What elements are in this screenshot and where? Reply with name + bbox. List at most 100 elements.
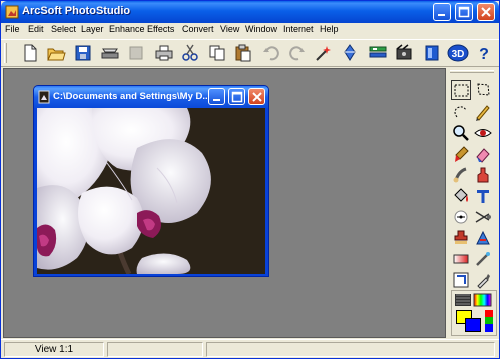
menu-select[interactable]: Select — [51, 24, 76, 34]
open-button[interactable] — [45, 43, 67, 63]
palette-grip[interactable] — [450, 70, 494, 73]
tool-red-eye[interactable] — [473, 123, 493, 143]
3d-icon: 3D — [447, 44, 469, 62]
minimize-button[interactable] — [433, 3, 451, 21]
tool-brush[interactable] — [451, 144, 471, 164]
tool-crop[interactable] — [451, 270, 471, 290]
close-button[interactable] — [477, 3, 495, 21]
slideshow-icon — [396, 44, 412, 60]
blur-icon — [476, 252, 490, 266]
tool-eyedropper[interactable] — [473, 270, 493, 290]
tool-magic-wand-select[interactable] — [451, 102, 471, 122]
album-icon — [425, 45, 439, 61]
document-title-bar[interactable]: C:\Documents and Settings\My D... — [34, 86, 268, 108]
help-button[interactable]: ? — [473, 43, 495, 63]
close-icon — [252, 92, 262, 102]
tool-clone[interactable] — [473, 165, 493, 185]
pencil-icon — [476, 105, 490, 121]
tool-scissors[interactable] — [473, 207, 493, 227]
document-close-button[interactable] — [248, 88, 265, 105]
app-icon — [5, 5, 19, 19]
text-icon — [477, 190, 489, 203]
status-zoom-cell: View 1:1 — [4, 342, 104, 357]
menu-effects[interactable]: Effects — [147, 24, 174, 34]
tool-marquee[interactable] — [451, 80, 471, 100]
save-button[interactable] — [72, 43, 94, 63]
maximize-button[interactable] — [455, 3, 473, 21]
gradient-icon — [453, 254, 469, 264]
menu-edit[interactable]: Edit — [28, 24, 44, 34]
status-bar: View 1:1 — [1, 339, 499, 358]
cut-button[interactable] — [179, 43, 201, 63]
document-minimize-button[interactable] — [208, 88, 225, 105]
tool-text[interactable] — [473, 186, 493, 206]
effects-icon — [344, 44, 356, 61]
document-icon — [38, 90, 50, 104]
redo-button[interactable] — [286, 43, 308, 63]
magic-wand-button[interactable] — [312, 43, 334, 63]
menu-convert[interactable]: Convert — [182, 24, 214, 34]
menu-view[interactable]: View — [220, 24, 239, 34]
copy-icon — [209, 45, 225, 61]
color-selector[interactable] — [451, 290, 497, 336]
paste-button[interactable] — [232, 43, 254, 63]
tool-zoom[interactable] — [451, 123, 471, 143]
close-icon — [481, 7, 491, 17]
menu-help[interactable]: Help — [320, 24, 339, 34]
document-window[interactable]: C:\Documents and Settings\My D... — [33, 85, 269, 277]
lasso-select-icon — [477, 83, 490, 96]
tool-pencil[interactable] — [473, 102, 493, 122]
menu-enhance[interactable]: Enhance — [109, 24, 145, 34]
tool-lasso[interactable] — [473, 80, 493, 100]
open-icon — [47, 48, 66, 61]
red-eye-icon — [474, 129, 492, 137]
help-icon: ? — [479, 46, 489, 63]
paste-icon — [235, 44, 251, 62]
tool-stamp[interactable] — [451, 228, 471, 248]
menu-internet[interactable]: Internet — [283, 24, 314, 34]
3d-button[interactable]: 3D — [447, 43, 469, 63]
tool-line[interactable] — [451, 207, 471, 227]
image-canvas[interactable] — [37, 108, 265, 274]
tool-gradient[interactable] — [451, 249, 471, 269]
toolbar-grip[interactable] — [4, 43, 7, 63]
clone-icon — [477, 167, 489, 183]
print-button[interactable] — [153, 43, 175, 63]
album-button[interactable] — [421, 43, 443, 63]
effects-button[interactable] — [339, 43, 361, 63]
tool-eraser[interactable] — [473, 144, 493, 164]
window-title: ArcSoft PhotoStudio — [22, 5, 131, 17]
tool-paint-bucket[interactable] — [451, 186, 471, 206]
scanner-icon — [101, 48, 119, 59]
paint-bucket-icon — [454, 188, 468, 202]
redo-icon — [289, 46, 305, 61]
photostudio-window: ArcSoft PhotoStudio File Edit Select Lay… — [0, 0, 500, 359]
tool-smudge[interactable] — [451, 165, 471, 185]
help-label: ? — [479, 46, 489, 63]
menu-layer[interactable]: Layer — [81, 24, 104, 34]
mosaic-icon — [476, 230, 490, 245]
rgb-mode-icon[interactable] — [485, 310, 493, 332]
zoom-level: View 1:1 — [34, 344, 74, 355]
layers-button[interactable] — [367, 43, 389, 63]
undo-button[interactable] — [260, 43, 282, 63]
scanner-button[interactable] — [99, 43, 121, 63]
background-color-swatch[interactable] — [465, 318, 481, 332]
slideshow-button[interactable] — [394, 43, 416, 63]
document-title: C:\Documents and Settings\My D... — [53, 91, 211, 102]
new-icon — [24, 44, 37, 62]
scissors-icon — [475, 211, 491, 223]
title-bar[interactable]: ArcSoft PhotoStudio — [1, 1, 499, 23]
menu-window[interactable]: Window — [245, 24, 277, 34]
menu-file[interactable]: File — [5, 24, 20, 34]
tool-mosaic[interactable] — [473, 228, 493, 248]
tool-blur[interactable] — [473, 249, 493, 269]
minimize-icon — [438, 14, 445, 16]
new-button[interactable] — [19, 43, 41, 63]
copy-button[interactable] — [206, 43, 228, 63]
document-maximize-button[interactable] — [228, 88, 245, 105]
orchid-photo — [37, 108, 265, 274]
acquire-button[interactable] — [125, 43, 147, 63]
minimize-icon — [213, 99, 220, 101]
marquee-select-icon — [454, 84, 469, 97]
